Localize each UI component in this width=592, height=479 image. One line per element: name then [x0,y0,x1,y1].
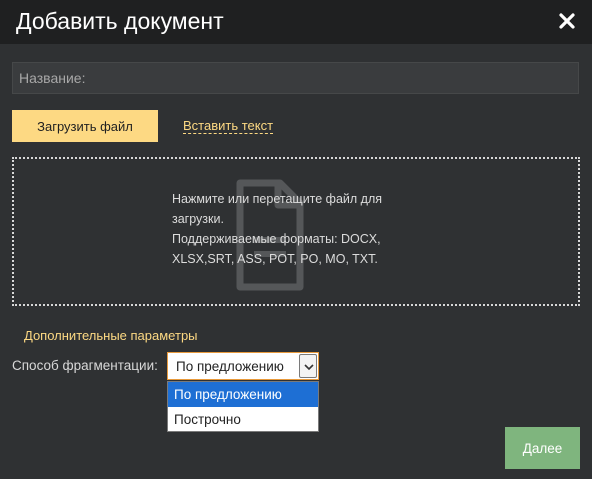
option-by-sentence[interactable]: По предложению [168,382,318,407]
dropzone-line: XLSX,SRT, ASS, POT, PO, MO, TXT. [172,252,378,266]
fragmentation-label: Способ фрагментации: [12,358,158,373]
chevron-down-icon[interactable] [299,354,317,378]
next-button[interactable]: Далее [505,427,580,469]
fragmentation-options-list: По предложению Построчно [167,381,319,432]
file-dropzone[interactable]: Нажмите или перетащите файл для загрузки… [12,157,580,306]
dropzone-line: Нажмите или перетащите файл для [172,192,383,206]
advanced-options-title[interactable]: Дополнительные параметры [24,328,198,343]
close-icon[interactable] [556,10,578,32]
dialog-header: Добавить документ [0,0,592,44]
dropzone-line: Поддерживаемые форматы: DOCX, [172,232,381,246]
upload-file-button[interactable]: Загрузить файл [12,110,158,142]
name-input[interactable] [12,62,579,94]
dialog-title: Добавить документ [16,8,224,34]
fragmentation-selected-value: По предложению [176,359,284,374]
dropzone-instructions: Нажмите или перетащите файл для загрузки… [172,189,412,269]
option-by-line[interactable]: Построчно [168,407,318,432]
fragmentation-select[interactable]: По предложению [167,352,319,380]
paste-text-link[interactable]: Вставить текст [183,119,274,134]
dropzone-line: загрузки. [172,212,224,226]
